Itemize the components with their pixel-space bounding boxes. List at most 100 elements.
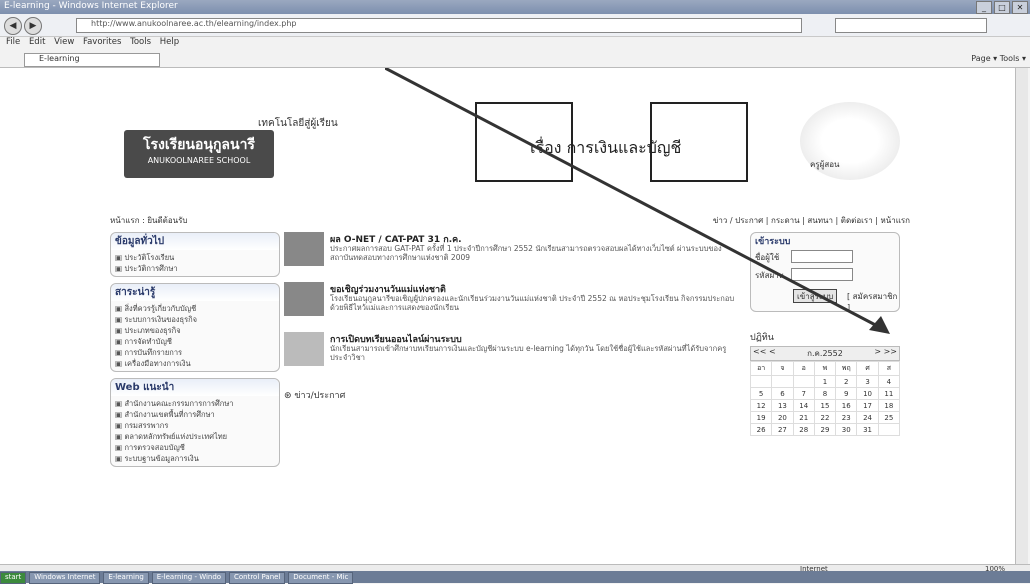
announce-link[interactable]: ⊛ ข่าว/ประกาศ — [284, 388, 744, 402]
sidebar-link[interactable]: ประวัติการศึกษา — [115, 263, 275, 274]
sidebar-link[interactable]: สำนักงานเขตพื้นที่การศึกษา — [115, 409, 275, 420]
sidebar-link[interactable]: สิ่งที่ควรรู้เกี่ยวกับบัญชี — [115, 303, 275, 314]
calendar-day[interactable]: 31 — [856, 423, 879, 436]
calendar-day[interactable]: 14 — [792, 399, 815, 412]
calendar-day[interactable]: 3 — [856, 375, 879, 388]
news-item[interactable]: ขอเชิญร่วมงานวันแม่แห่งชาติ โรงเรียนอนุก… — [284, 282, 744, 328]
calendar-nav: << < ก.ค.2552 > >> — [750, 346, 900, 361]
news-item[interactable]: การเปิดบทเรียนออนไลน์ผ่านระบบ นักเรียนสา… — [284, 332, 744, 378]
announce-label[interactable]: ข่าว/ประกาศ — [294, 391, 345, 401]
news-thumbnail — [284, 332, 324, 366]
menu-tools[interactable]: Tools — [130, 37, 151, 47]
calendar: ปฏิทิน << < ก.ค.2552 > >> อา จ อ พ พฤ ศ … — [749, 330, 901, 436]
command-bar[interactable]: Page ▾ Tools ▾ — [971, 54, 1026, 63]
login-button[interactable]: เข้าสู่ระบบ — [793, 289, 838, 303]
username-label: ชื่อผู้ใช้ — [755, 253, 780, 262]
sidebar-link[interactable]: ตลาดหลักทรัพย์แห่งประเทศไทย — [115, 431, 275, 442]
weekday: จ — [771, 361, 794, 376]
sidebar-link[interactable]: การบันทึกรายการ — [115, 347, 275, 358]
sidebar-link[interactable]: ประวัติโรงเรียน — [115, 252, 275, 263]
calendar-day[interactable]: 30 — [835, 423, 858, 436]
taskbar-item[interactable]: Windows Internet — [29, 572, 101, 584]
address-bar[interactable]: http://www.anukoolnaree.ac.th/elearning/… — [76, 18, 802, 33]
calendar-day[interactable]: 15 — [813, 399, 837, 412]
news-item[interactable]: ผล O-NET / CAT-PAT 31 ก.ค. ประกาศผลการสอ… — [284, 232, 744, 278]
news-column: ผล O-NET / CAT-PAT 31 ก.ค. ประกาศผลการสอ… — [284, 232, 744, 402]
sidebar-link[interactable]: ประเภทของธุรกิจ — [115, 325, 275, 336]
forward-icon[interactable]: ▶ — [24, 17, 42, 35]
sidebar-link[interactable]: ระบบฐานข้อมูลการเงิน — [115, 453, 275, 464]
calendar-prev[interactable]: << < — [753, 347, 776, 360]
close-button[interactable]: ✕ — [1012, 1, 1028, 14]
weekday: ส — [877, 361, 901, 376]
menu-view[interactable]: View — [54, 37, 74, 47]
calendar-grid: อา จ อ พ พฤ ศ ส 1 2 3 4 5 6 7 8 9 10 11 … — [749, 361, 901, 436]
calendar-day[interactable]: 26 — [749, 423, 773, 436]
calendar-day[interactable]: 10 — [856, 387, 879, 400]
weekday: อา — [749, 361, 773, 376]
taskbar-item[interactable]: Document - Mic — [288, 572, 354, 584]
calendar-day[interactable]: 20 — [771, 411, 794, 424]
tab-elearning[interactable]: E-learning — [24, 53, 160, 67]
calendar-day[interactable]: 8 — [813, 387, 837, 400]
calendar-day[interactable]: 4 — [877, 375, 901, 388]
calendar-day[interactable]: 28 — [792, 423, 815, 436]
maximize-button[interactable]: □ — [994, 1, 1010, 14]
back-icon[interactable]: ◀ — [4, 17, 22, 35]
sidebar-link[interactable]: สำนักงานคณะกรรมการการศึกษา — [115, 398, 275, 409]
vertical-scrollbar[interactable] — [1015, 68, 1028, 564]
menu-file[interactable]: File — [6, 37, 20, 47]
sidebar-link[interactable]: ระบบการเงินของธุรกิจ — [115, 314, 275, 325]
menu-favorites[interactable]: Favorites — [83, 37, 121, 47]
calendar-day[interactable]: 13 — [771, 399, 794, 412]
calendar-day[interactable]: 11 — [877, 387, 901, 400]
start-button[interactable]: start — [0, 572, 27, 584]
calendar-day[interactable] — [749, 375, 773, 388]
calendar-day[interactable]: 27 — [771, 423, 794, 436]
calendar-day[interactable]: 17 — [856, 399, 879, 412]
weekday: อ — [792, 361, 815, 376]
sidebar-link[interactable]: การจัดทำบัญชี — [115, 336, 275, 347]
news-body: ประกาศผลการสอบ GAT-PAT ครั้งที่ 1 ประจำป… — [330, 244, 722, 262]
calendar-day[interactable]: 5 — [749, 387, 773, 400]
menu-help[interactable]: Help — [160, 37, 179, 47]
sidebar-link[interactable]: การตรวจสอบบัญชี — [115, 442, 275, 453]
favorites-row: E-learning Page ▾ Tools ▾ — [0, 51, 1030, 68]
calendar-day[interactable]: 6 — [771, 387, 794, 400]
password-input[interactable] — [791, 268, 853, 281]
taskbar-item[interactable]: E-learning - Windo — [151, 572, 227, 584]
calendar-day[interactable]: 19 — [749, 411, 773, 424]
calendar-next[interactable]: > >> — [874, 347, 897, 360]
calendar-day[interactable]: 21 — [792, 411, 815, 424]
calendar-day[interactable]: 18 — [877, 399, 901, 412]
weekday: พฤ — [835, 361, 858, 376]
browser-viewport: โรงเรียนอนุกูลนารี ANUKOOLNAREE SCHOOL เ… — [0, 68, 1015, 564]
calendar-day[interactable]: 24 — [856, 411, 879, 424]
sidebar-link[interactable]: กรมสรรพากร — [115, 420, 275, 431]
calendar-day[interactable]: 12 — [749, 399, 773, 412]
top-nav-links[interactable]: ข่าว / ประกาศ | กระดาน | สนทนา | ติดต่อเ… — [713, 214, 910, 227]
sidebar-link[interactable]: เครื่องมือทางการเงิน — [115, 358, 275, 369]
calendar-day[interactable] — [771, 375, 794, 388]
calendar-day[interactable]: 29 — [813, 423, 837, 436]
calendar-week: 1 2 3 4 — [749, 375, 901, 388]
register-link[interactable]: [ สมัครสมาชิก ] — [847, 290, 899, 312]
calendar-day[interactable]: 22 — [813, 411, 837, 424]
calendar-day[interactable]: 9 — [835, 387, 858, 400]
calendar-day[interactable]: 16 — [835, 399, 858, 412]
calendar-day[interactable] — [792, 375, 815, 388]
username-input[interactable] — [791, 250, 853, 263]
calendar-day[interactable]: 7 — [792, 387, 815, 400]
calendar-day[interactable]: 23 — [835, 411, 858, 424]
taskbar-item[interactable]: E-learning — [103, 572, 149, 584]
calendar-day[interactable]: 25 — [877, 411, 901, 424]
taskbar-item[interactable]: Control Panel — [228, 572, 286, 584]
search-input[interactable] — [835, 18, 987, 33]
taskbar: start Windows Internet E-learning E-lear… — [0, 571, 1030, 584]
minimize-button[interactable]: _ — [976, 1, 992, 14]
calendar-day[interactable]: 2 — [835, 375, 858, 388]
calendar-day[interactable] — [877, 423, 901, 436]
menu-edit[interactable]: Edit — [29, 37, 45, 47]
calendar-day[interactable]: 1 — [813, 375, 837, 388]
weekday: ศ — [856, 361, 879, 376]
